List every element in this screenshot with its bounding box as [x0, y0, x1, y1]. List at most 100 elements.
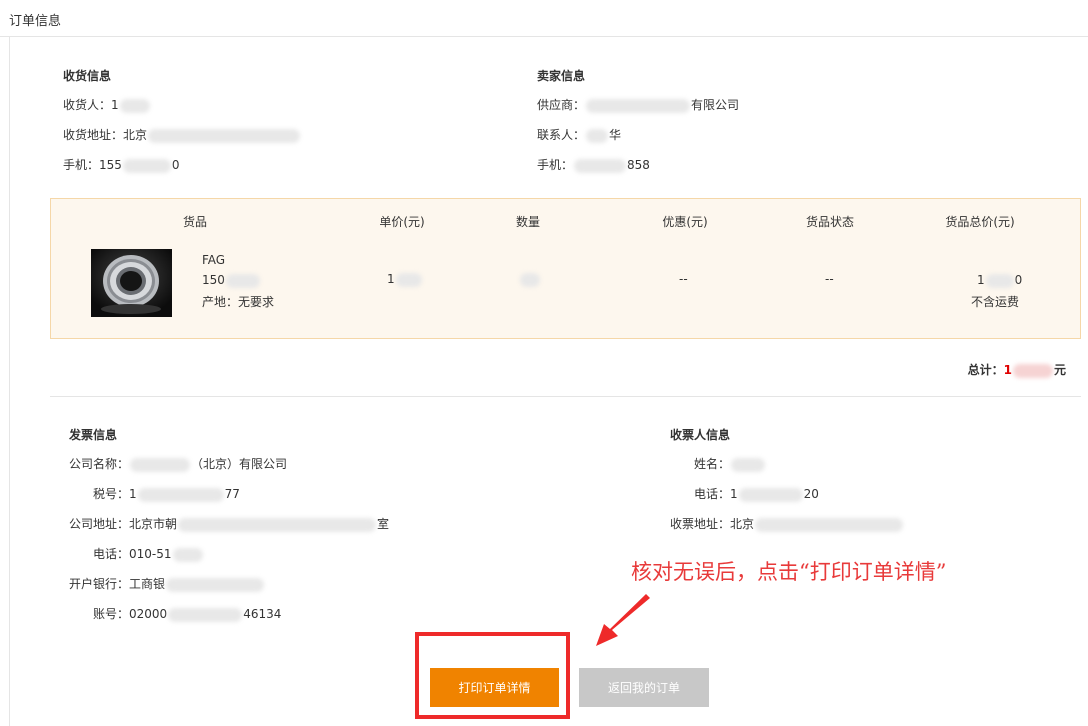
redaction — [225, 273, 260, 288]
col-header-goods: 货品 — [182, 215, 207, 229]
product-origin: 产地：无要求 — [202, 295, 275, 309]
receiver-address-label: 收货地址： — [63, 128, 124, 142]
goods-total-prefix: 1 — [977, 273, 985, 287]
discount-value: -- — [679, 272, 688, 286]
receiver-section-title: 收货信息 — [63, 69, 112, 83]
receiver-name-label: 收货人： — [63, 98, 112, 112]
redaction — [574, 158, 627, 173]
receiver-address-value: 北京 — [123, 128, 148, 142]
invoice-receiver-phone-suffix: 20 — [803, 487, 819, 501]
col-header-total: 货品总价(元) — [945, 215, 1015, 229]
invoice-receiver-address-prefix: 北京 — [730, 517, 755, 531]
invoice-receiver-phone-label: 电话： — [694, 487, 731, 501]
print-order-details-button[interactable]: 打印订单详情 — [430, 668, 559, 707]
invoice-receiver-name-label: 姓名： — [694, 457, 731, 471]
invoice-bank-label: 开户银行： — [69, 577, 130, 591]
order-total: 总计：1 元 — [968, 361, 1066, 378]
redaction — [130, 457, 191, 472]
invoice-receiver-address-label: 收票地址： — [670, 517, 731, 531]
redaction — [731, 457, 766, 472]
redaction — [520, 272, 540, 287]
instruction-annotation: 核对无误后，点击“打印订单详情” — [631, 560, 947, 584]
invoice-company-suffix: （北京）有限公司 — [191, 457, 288, 471]
invoice-receiver-name: 姓名： — [694, 455, 766, 472]
section-divider — [50, 396, 1081, 397]
seller-supplier-suffix: 有限公司 — [691, 98, 740, 112]
redaction — [586, 98, 691, 113]
invoice-tax-id: 税号：1 77 — [93, 485, 240, 502]
seller-contact-label: 联系人： — [537, 128, 586, 142]
invoice-tax-suffix: 77 — [224, 487, 240, 501]
invoice-tel: 电话：010-51 — [93, 545, 204, 562]
invoice-bank: 开户银行：工商银 — [69, 575, 265, 592]
seller-phone-label: 手机： — [537, 158, 574, 172]
col-header-quantity: 数量 — [515, 215, 540, 229]
seller-contact-suffix: 华 — [609, 128, 622, 142]
redaction — [586, 128, 609, 143]
receiver-address: 收货地址：北京 — [63, 126, 301, 143]
invoice-bank-prefix: 工商银 — [129, 577, 166, 591]
quantity — [519, 272, 541, 287]
invoice-tel-label: 电话： — [93, 547, 130, 561]
seller-supplier-label: 供应商： — [537, 98, 586, 112]
redaction — [168, 607, 243, 622]
invoice-section-title: 发票信息 — [69, 428, 118, 442]
invoice-receiver-phone-prefix: 1 — [730, 487, 738, 501]
redaction — [178, 517, 377, 532]
receiver-phone: 手机：155 0 — [63, 156, 180, 173]
status-value: -- — [825, 272, 834, 286]
invoice-receiver-section-title: 收票人信息 — [670, 428, 731, 442]
receiver-name: 收货人：1 — [63, 96, 151, 113]
product-brand[interactable]: FAG — [202, 253, 225, 267]
redaction — [755, 517, 904, 532]
unit-price-value: 1 — [387, 272, 395, 286]
receiver-phone-suffix: 0 — [171, 158, 180, 172]
receiver-name-value: 1 — [111, 98, 119, 112]
seller-phone: 手机： 858 — [537, 156, 650, 173]
invoice-company: 公司名称： （北京）有限公司 — [69, 455, 287, 472]
col-header-discount: 优惠(元) — [662, 215, 708, 229]
invoice-address-prefix: 北京市朝 — [129, 517, 178, 531]
redaction — [137, 487, 224, 502]
redaction — [122, 158, 171, 173]
product-image[interactable] — [91, 249, 172, 317]
total-unit: 元 — [1053, 363, 1066, 377]
invoice-address: 公司地址：北京市朝 室 — [69, 515, 389, 532]
invoice-tax-prefix: 1 — [129, 487, 137, 501]
invoice-address-label: 公司地址： — [69, 517, 130, 531]
seller-section-title: 卖家信息 — [537, 69, 586, 83]
redaction — [148, 128, 301, 143]
annotation-arrow-icon — [596, 594, 650, 646]
back-to-my-orders-button[interactable]: 返回我的订单 — [579, 668, 709, 707]
redaction — [1012, 363, 1053, 378]
invoice-company-label: 公司名称： — [69, 457, 130, 471]
invoice-receiver-phone: 电话：1 20 — [694, 485, 819, 502]
redaction — [395, 272, 422, 287]
invoice-account: 账号：02000 46134 — [93, 605, 281, 622]
invoice-account-label: 账号： — [93, 607, 130, 621]
bearing-image — [91, 249, 172, 317]
seller-supplier: 供应商： 有限公司 — [537, 96, 739, 113]
invoice-tel-prefix: 010-51 — [129, 547, 172, 561]
invoice-address-suffix: 室 — [377, 517, 390, 531]
seller-phone-suffix: 858 — [627, 158, 650, 172]
shipping-note: 不含运费 — [971, 295, 1020, 309]
goods-total: 10 — [977, 273, 1022, 288]
seller-contact: 联系人： 华 — [537, 126, 621, 143]
redaction — [172, 547, 203, 562]
invoice-account-suffix: 46134 — [243, 607, 282, 621]
receiver-phone-label: 手机： — [63, 158, 100, 172]
page-title: 订单信息 — [9, 14, 62, 29]
invoice-receiver-address: 收票地址：北京 — [670, 515, 904, 532]
receiver-phone-prefix: 155 — [99, 158, 122, 172]
redaction — [985, 273, 1014, 288]
invoice-account-prefix: 02000 — [129, 607, 168, 621]
total-value: 1 — [1003, 363, 1012, 377]
redaction — [119, 98, 150, 113]
redaction — [738, 487, 803, 502]
unit-price: 1 — [387, 272, 423, 287]
goods-total-suffix: 0 — [1014, 273, 1023, 287]
col-header-unit-price: 单价(元) — [379, 215, 425, 229]
invoice-tax-label: 税号： — [93, 487, 130, 501]
col-header-status: 货品状态 — [805, 215, 854, 229]
